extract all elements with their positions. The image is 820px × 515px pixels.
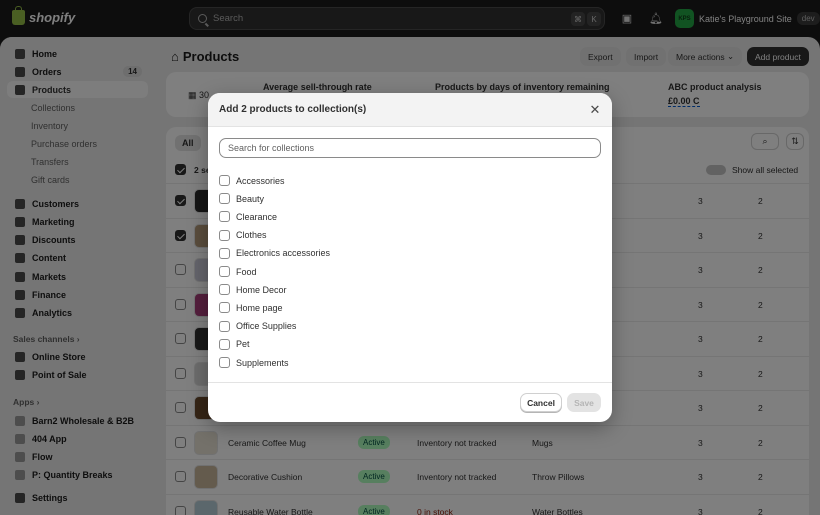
collection-checkbox[interactable] (219, 229, 230, 241)
collection-checkbox[interactable] (219, 266, 230, 277)
collection-label: Clearance (236, 211, 278, 222)
collection-label: Accessories (236, 175, 285, 186)
close-icon[interactable]: ✕ (588, 103, 602, 117)
collection-option[interactable]: Home Decor (219, 284, 287, 296)
collection-option[interactable]: Accessories (219, 175, 285, 186)
collection-checkbox[interactable] (219, 320, 230, 332)
collection-checkbox[interactable] (219, 302, 230, 314)
collection-option[interactable]: Clothes (219, 229, 267, 241)
collection-label: Clothes (236, 230, 267, 241)
collection-label: Home Decor (236, 284, 287, 295)
collection-search-input[interactable] (219, 138, 601, 158)
collection-checkbox[interactable] (219, 357, 230, 368)
collection-label: Food (236, 266, 257, 277)
collection-label: Beauty (236, 193, 265, 204)
collection-checkbox[interactable] (219, 193, 230, 205)
collection-checkbox[interactable] (219, 247, 230, 259)
cancel-button[interactable]: Cancel (520, 393, 562, 412)
collection-label: Home page (236, 302, 283, 313)
collection-label: Supplements (236, 357, 289, 368)
collection-checkbox[interactable] (219, 211, 230, 223)
collection-checkbox[interactable] (219, 175, 230, 186)
save-button[interactable]: Save (567, 393, 601, 412)
collection-option[interactable]: Office Supplies (219, 320, 297, 332)
collection-checkbox[interactable] (219, 284, 230, 296)
collection-option[interactable]: Beauty (219, 193, 265, 205)
collection-option[interactable]: Clearance (219, 211, 278, 223)
collection-checkbox[interactable] (219, 338, 230, 350)
collection-option[interactable]: Pet (219, 338, 250, 350)
collection-label: Pet (236, 339, 250, 350)
modal-header: Add 2 products to collection(s) ✕ (208, 93, 612, 127)
collection-option[interactable]: Supplements (219, 357, 289, 368)
modal-title: Add 2 products to collection(s) (219, 104, 367, 115)
add-to-collection-modal: Add 2 products to collection(s) ✕ Access… (208, 93, 612, 422)
modal-footer: Cancel Save (208, 382, 612, 422)
collection-label: Office Supplies (236, 321, 297, 332)
collection-option[interactable]: Food (219, 266, 257, 277)
collection-option[interactable]: Electronics accessories (219, 247, 331, 259)
collection-option[interactable]: Home page (219, 302, 283, 314)
collection-label: Electronics accessories (236, 248, 331, 259)
